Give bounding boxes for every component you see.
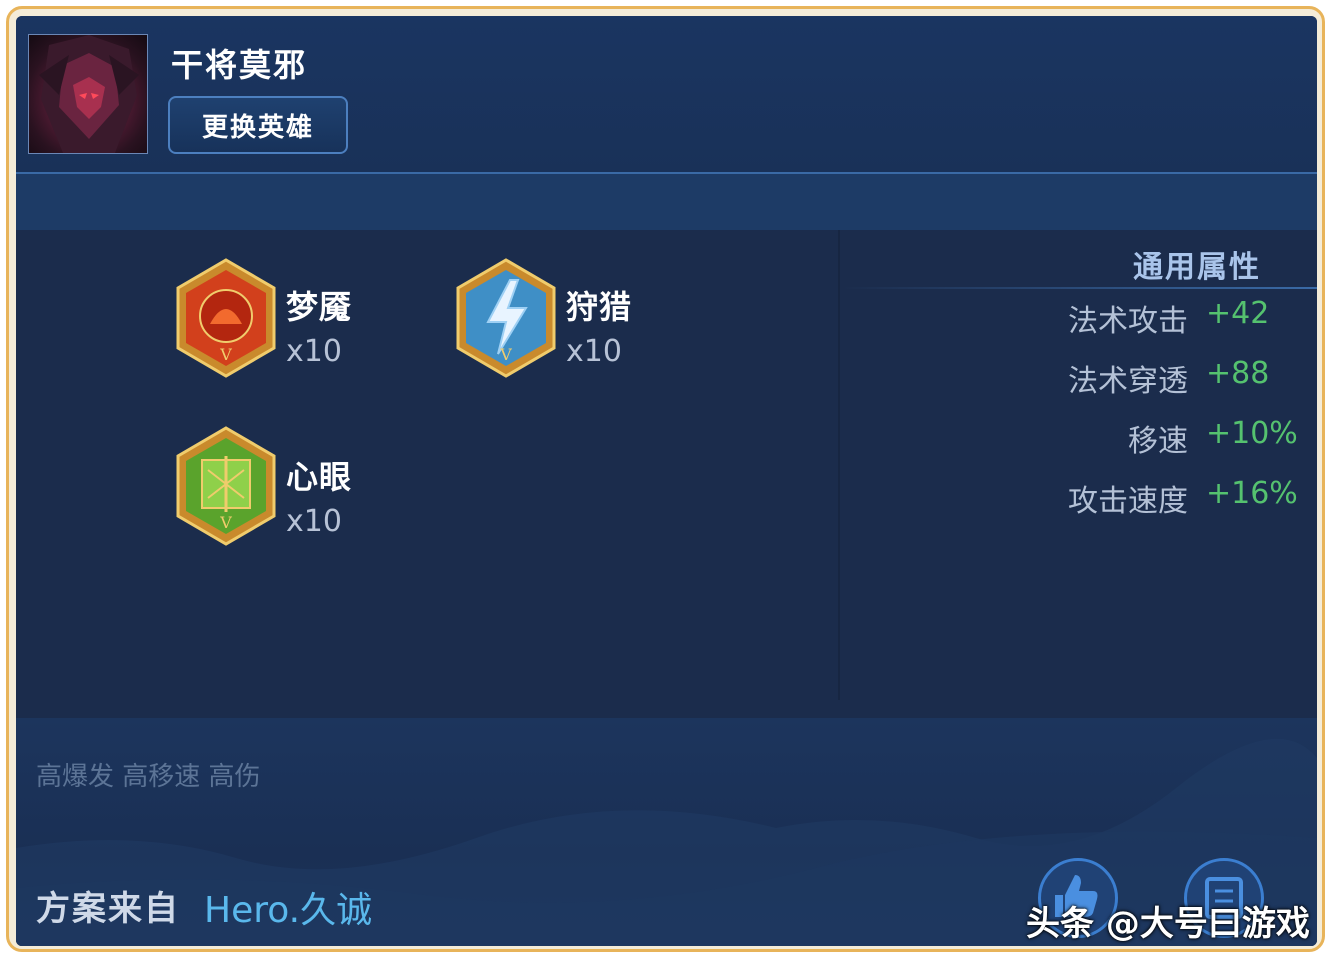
attribute-label: 攻击速度 xyxy=(1068,484,1188,519)
rune-item-nightmare[interactable]: V 梦魇 x10 xyxy=(174,258,351,382)
header-band xyxy=(16,174,1317,230)
change-hero-button[interactable]: 更换英雄 xyxy=(168,96,348,154)
rune-item-insight[interactable]: V 心眼 x10 xyxy=(174,426,351,550)
rune-count: x10 xyxy=(566,334,622,369)
svg-text:V: V xyxy=(219,513,232,532)
attributes-title: 通用属性 xyxy=(1133,250,1261,285)
svg-text:V: V xyxy=(499,345,512,364)
attribute-label: 法术穿透 xyxy=(1068,364,1188,399)
attributes-title-underline xyxy=(842,287,1317,289)
attribute-label: 法术攻击 xyxy=(1068,304,1188,339)
rune-name: 狩猎 xyxy=(566,288,633,326)
attribute-value: +16% xyxy=(1206,476,1298,511)
hero-portrait-art xyxy=(39,35,139,153)
rune-item-hunt[interactable]: V 狩猎 x10 xyxy=(454,258,631,382)
attribute-value: +42 xyxy=(1206,296,1270,331)
hunt-rune-icon: V xyxy=(456,258,556,378)
attribute-value: +10% xyxy=(1206,416,1298,451)
attribute-row: 法术攻击 +42 xyxy=(916,296,1306,339)
nightmare-rune-icon: V xyxy=(176,258,276,378)
insight-rune-icon: V xyxy=(176,426,276,546)
hero-name: 干将莫邪 xyxy=(171,46,308,84)
attribute-row: 移速 +10% xyxy=(916,416,1306,459)
attribute-row: 法术穿透 +88 xyxy=(916,356,1306,399)
rune-count: x10 xyxy=(286,504,342,539)
plan-author-link[interactable]: Hero.久诚 xyxy=(204,881,372,933)
attribute-row: 攻击速度 +16% xyxy=(916,476,1306,519)
svg-text:V: V xyxy=(219,345,232,364)
section-divider xyxy=(838,230,840,700)
rune-plan-panel: 干将莫邪 更换英雄 V 梦魇 x10 V 狩猎 x10 V 心眼 x10 通用属… xyxy=(16,16,1317,946)
rune-name: 心眼 xyxy=(286,458,353,496)
rune-count: x10 xyxy=(286,334,342,369)
rune-name: 梦魇 xyxy=(286,288,353,326)
watermark: 头条 @大号曰游戏 xyxy=(1026,904,1310,944)
hero-avatar xyxy=(28,34,148,154)
attribute-value: +88 xyxy=(1206,356,1270,391)
plan-tags: 高爆发 高移速 高伤 xyxy=(36,762,261,792)
attribute-label: 移速 xyxy=(1128,424,1188,459)
plan-source-label: 方案来自 xyxy=(36,889,180,929)
